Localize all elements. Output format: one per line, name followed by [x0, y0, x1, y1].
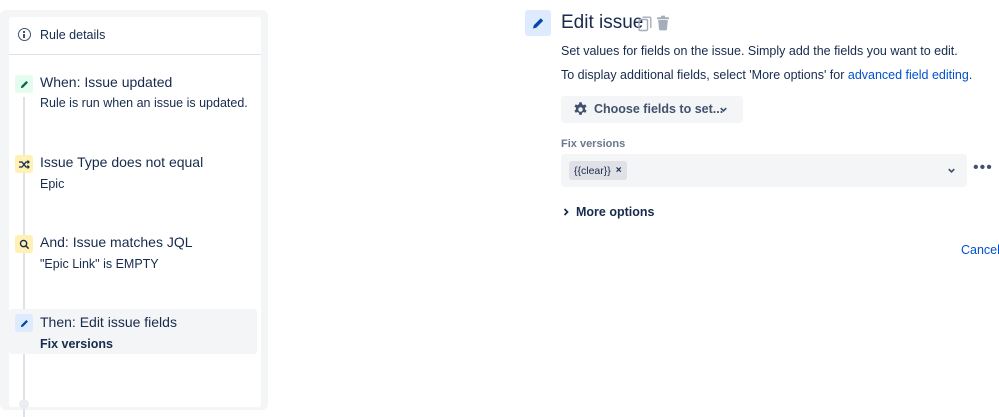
pencil-icon — [15, 314, 33, 332]
search-icon — [15, 235, 33, 253]
chevron-down-icon — [720, 107, 727, 113]
step-title: When: Issue updated — [40, 74, 173, 90]
copy-icon[interactable] — [638, 16, 652, 32]
step-title: Issue Type does not equal — [40, 154, 204, 170]
fix-version-chip: {{clear}} × — [569, 161, 627, 180]
step-description: Rule is run when an issue is updated. — [40, 96, 248, 110]
step-condition-jql[interactable]: And: Issue matches JQL "Epic Link" is EM… — [9, 227, 257, 277]
help-text: Set values for fields on the issue. Simp… — [561, 44, 958, 58]
step-action-edit-issue[interactable]: Then: Edit issue fields Fix versions — [9, 309, 257, 354]
more-options-toggle[interactable]: More options — [561, 205, 654, 219]
more-options-label: More options — [576, 205, 655, 219]
pencil-icon — [525, 10, 551, 36]
choose-fields-label: Choose fields to set... — [594, 102, 724, 116]
help-text-advanced: To display additional fields, select 'Mo… — [561, 68, 972, 82]
chevron-down-icon[interactable] — [946, 165, 957, 176]
more-actions-icon[interactable]: ••• — [973, 160, 993, 176]
step-title: And: Issue matches JQL — [40, 234, 193, 250]
fix-versions-select[interactable]: {{clear}} × — [561, 154, 967, 187]
step-description: Epic — [40, 177, 65, 191]
help-text-prefix: To display additional fields, select 'Mo… — [561, 68, 848, 82]
advanced-field-editing-link[interactable]: advanced field editing — [848, 68, 969, 82]
chevron-right-icon — [563, 208, 569, 216]
trash-icon[interactable] — [656, 15, 670, 31]
step-description: "Epic Link" is EMPTY — [40, 257, 159, 271]
info-icon — [18, 28, 31, 41]
chip-text: {{clear}} — [574, 164, 611, 177]
rule-panel: Rule details When: Issue updated Rule is… — [9, 17, 261, 417]
remove-chip-icon[interactable]: × — [616, 165, 622, 176]
cancel-button[interactable]: Cancel — [961, 243, 999, 257]
step-title: Then: Edit issue fields — [40, 314, 177, 330]
pencil-icon — [15, 75, 33, 93]
rule-details-label: Rule details — [40, 28, 106, 42]
fix-versions-label: Fix versions — [561, 138, 626, 150]
rule-details-item[interactable]: Rule details — [9, 17, 261, 55]
step-trigger[interactable]: When: Issue updated Rule is run when an … — [9, 67, 257, 117]
choose-fields-button[interactable]: Choose fields to set... — [561, 96, 743, 123]
page-title: Edit issue — [561, 12, 644, 33]
step-description: Fix versions — [40, 337, 113, 351]
help-text-suffix: . — [968, 68, 973, 82]
step-condition-issue-type[interactable]: Issue Type does not equal Epic — [9, 147, 257, 197]
gear-icon — [574, 102, 587, 115]
shuffle-icon — [15, 155, 33, 173]
